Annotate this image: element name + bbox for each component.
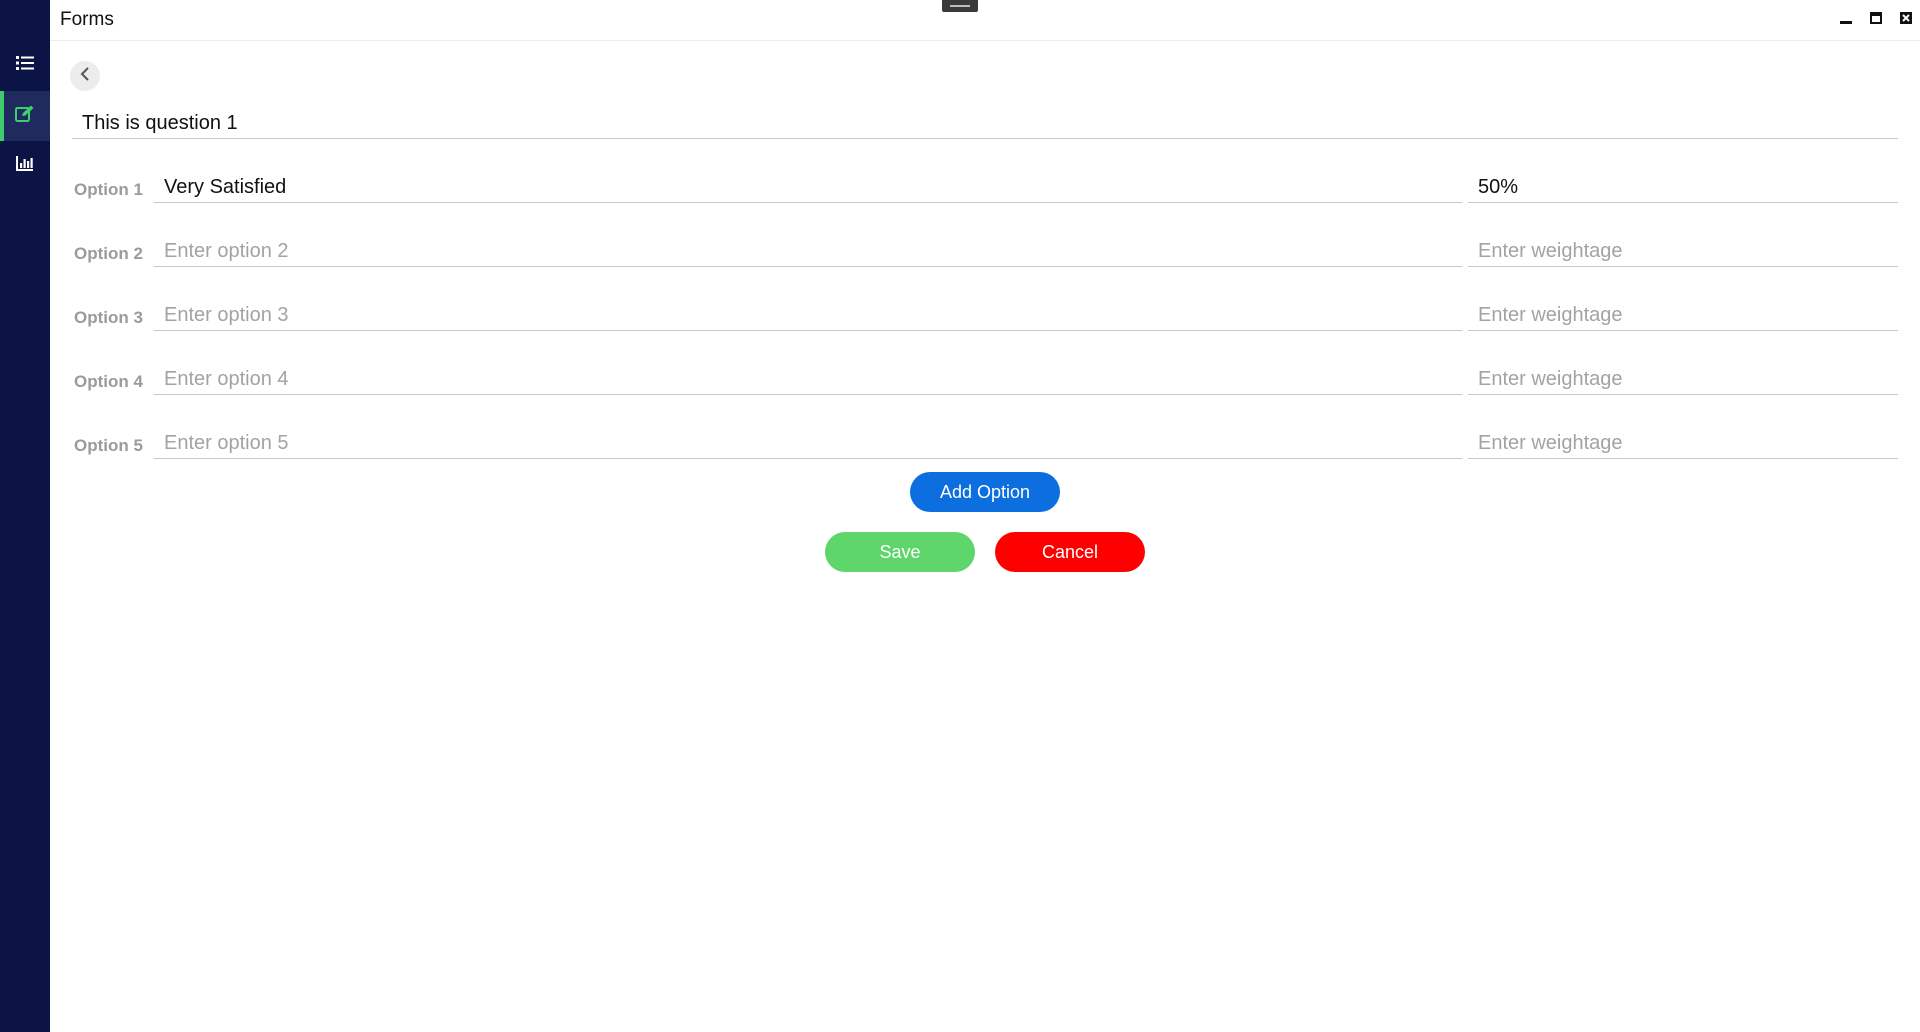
sidebar: [0, 0, 50, 1032]
option-row-1: Option 1: [72, 172, 1898, 208]
cancel-button[interactable]: Cancel: [995, 532, 1145, 572]
chevron-left-icon: [80, 66, 90, 86]
option-label: Option 5: [74, 436, 143, 455]
weightage-field: [1468, 364, 1898, 395]
close-button[interactable]: [1898, 11, 1914, 30]
sidebar-item-list[interactable]: [0, 40, 50, 90]
weightage-field: [1468, 236, 1898, 267]
option-input-3[interactable]: [154, 300, 1462, 330]
minimize-button[interactable]: [1838, 12, 1854, 28]
option-label: Option 1: [74, 180, 143, 199]
edit-icon: [15, 105, 35, 128]
drag-handle[interactable]: [942, 0, 978, 12]
weightage-input-5[interactable]: [1468, 428, 1898, 458]
option-row-4: Option 4: [72, 364, 1898, 400]
option-label: Option 3: [74, 308, 143, 327]
option-input-5[interactable]: [154, 428, 1462, 458]
sidebar-item-reports[interactable]: [0, 140, 50, 190]
option-field: [154, 300, 1462, 331]
option-row-2: Option 2: [72, 236, 1898, 272]
window-controls: [1838, 11, 1914, 30]
weightage-input-3[interactable]: [1468, 300, 1898, 330]
option-field: [154, 172, 1462, 203]
weightage-input-1[interactable]: [1468, 172, 1898, 202]
option-row-3: Option 3: [72, 300, 1898, 336]
maximize-icon: [1869, 11, 1883, 30]
sidebar-item-edit[interactable]: [0, 91, 50, 141]
question-field: [72, 108, 1898, 139]
weightage-field: [1468, 172, 1898, 203]
maximize-button[interactable]: [1868, 11, 1884, 30]
question-input[interactable]: [72, 108, 1898, 138]
minimize-icon: [1839, 11, 1853, 30]
title-bar: Forms: [50, 0, 1920, 41]
option-label: Option 4: [74, 372, 143, 391]
list-icon: [16, 55, 34, 76]
weightage-input-2[interactable]: [1468, 236, 1898, 266]
bar-chart-icon: [16, 155, 34, 176]
weightage-field: [1468, 428, 1898, 459]
option-row-5: Option 5: [72, 428, 1898, 464]
option-input-2[interactable]: [154, 236, 1462, 266]
option-label: Option 2: [74, 244, 143, 263]
weightage-field: [1468, 300, 1898, 331]
option-field: [154, 428, 1462, 459]
weightage-input-4[interactable]: [1468, 364, 1898, 394]
option-field: [154, 236, 1462, 267]
close-icon: [1899, 11, 1913, 30]
back-button[interactable]: [70, 61, 100, 91]
option-input-1[interactable]: [154, 172, 1462, 202]
app-title: Forms: [60, 9, 114, 30]
save-button[interactable]: Save: [825, 532, 975, 572]
add-option-button[interactable]: Add Option: [910, 472, 1060, 512]
option-field: [154, 364, 1462, 395]
option-input-4[interactable]: [154, 364, 1462, 394]
